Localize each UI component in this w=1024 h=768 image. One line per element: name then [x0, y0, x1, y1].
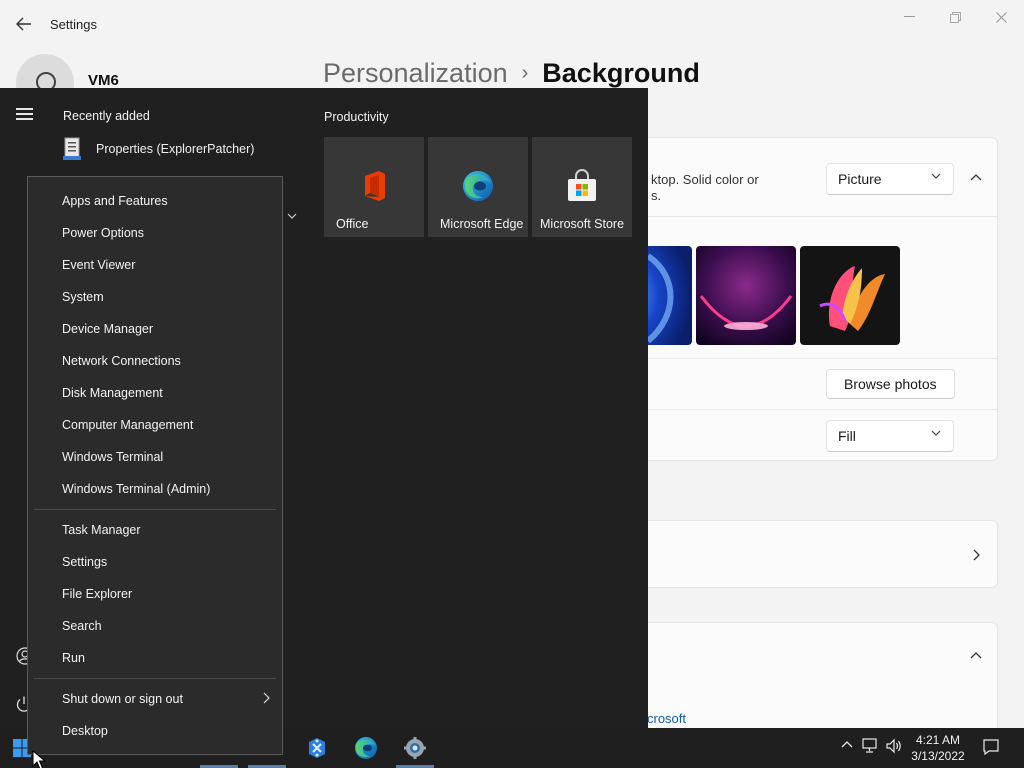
- page-title: Background: [542, 58, 700, 88]
- user-name: VM6: [88, 72, 119, 89]
- menu-item-file-explorer[interactable]: File Explorer: [28, 579, 282, 609]
- edge-icon: [461, 169, 495, 203]
- description-line-1: ktop. Solid color or: [651, 172, 759, 187]
- breadcrumb: Personalization › Background: [323, 58, 700, 89]
- collapse-chevron-up-icon[interactable]: [964, 644, 988, 668]
- menu-separator: [34, 509, 276, 510]
- window-title: Settings: [50, 17, 97, 32]
- network-icon[interactable]: [861, 738, 881, 757]
- menu-item-windows-terminal[interactable]: Windows Terminal: [28, 442, 282, 472]
- office-icon: [357, 169, 391, 203]
- chevron-down-icon: [931, 428, 941, 441]
- menu-item-device-manager[interactable]: Device Manager: [28, 314, 282, 344]
- wallpaper-thumbnail-2[interactable]: [696, 246, 796, 345]
- menu-separator: [34, 678, 276, 679]
- wallpaper-thumbnail-3[interactable]: [800, 246, 900, 345]
- fit-dropdown[interactable]: Fill: [826, 420, 954, 452]
- tile-label: Microsoft Store: [540, 217, 625, 231]
- background-type-dropdown[interactable]: Picture: [826, 163, 954, 195]
- browse-photos-button[interactable]: Browse photos: [826, 369, 955, 399]
- minimize-icon[interactable]: [896, 8, 922, 26]
- menu-item-task-manager[interactable]: Task Manager: [28, 515, 282, 545]
- tile-microsoft-edge[interactable]: Microsoft Edge: [428, 137, 528, 237]
- chevron-right-icon: [964, 543, 988, 567]
- tile-office[interactable]: Office: [324, 137, 424, 237]
- expand-chevron-down-icon[interactable]: [287, 211, 297, 224]
- background-description: ktop. Solid color or s.: [651, 172, 759, 204]
- fit-value: Fill: [838, 428, 856, 444]
- mouse-cursor-icon: [32, 749, 47, 768]
- productivity-heading: Productivity: [324, 110, 389, 124]
- tile-microsoft-store[interactable]: Microsoft Store: [532, 137, 632, 237]
- settings-gear-icon[interactable]: [403, 736, 427, 760]
- close-icon[interactable]: [988, 8, 1014, 26]
- hamburger-menu-icon[interactable]: [16, 108, 34, 122]
- back-arrow-icon[interactable]: [14, 14, 34, 34]
- clock[interactable]: 4:21 AM 3/13/2022: [906, 732, 970, 764]
- menu-item-power-options[interactable]: Power Options: [28, 218, 282, 248]
- recent-item-properties[interactable]: Properties (ExplorerPatcher): [62, 136, 254, 162]
- menu-item-desktop[interactable]: Desktop: [28, 716, 282, 746]
- menu-item-run[interactable]: Run: [28, 643, 282, 673]
- menu-item-network-connections[interactable]: Network Connections: [28, 346, 282, 376]
- power-user-context-menu: Apps and Features Power Options Event Vi…: [27, 176, 283, 755]
- menu-item-shut-down-or-sign-out[interactable]: Shut down or sign out: [28, 684, 282, 714]
- tile-label: Office: [336, 217, 369, 231]
- background-type-value: Picture: [838, 171, 882, 187]
- chevron-down-icon: [931, 171, 941, 184]
- clock-time: 4:21 AM: [915, 733, 961, 747]
- breadcrumb-separator-icon: ›: [521, 62, 529, 84]
- recent-item-label: Properties (ExplorerPatcher): [96, 142, 255, 156]
- recently-added-heading: Recently added: [63, 109, 150, 123]
- microsoft-link[interactable]: crosoft: [647, 711, 686, 726]
- collapse-chevron-up-icon[interactable]: [964, 166, 988, 190]
- menu-item-apps-and-features[interactable]: Apps and Features: [28, 186, 282, 216]
- menu-item-disk-management[interactable]: Disk Management: [28, 378, 282, 408]
- show-hidden-icons-caret-icon[interactable]: [837, 738, 857, 754]
- volume-icon[interactable]: [884, 738, 904, 757]
- menu-item-system[interactable]: System: [28, 282, 282, 312]
- restore-icon[interactable]: [942, 8, 968, 26]
- submenu-arrow-icon: [262, 692, 270, 707]
- menu-item-label: Shut down or sign out: [62, 692, 183, 706]
- menu-item-settings[interactable]: Settings: [28, 547, 282, 577]
- store-icon: [565, 169, 599, 203]
- menu-item-windows-terminal-admin[interactable]: Windows Terminal (Admin): [28, 474, 282, 504]
- breadcrumb-parent[interactable]: Personalization: [323, 58, 508, 88]
- menu-item-event-viewer[interactable]: Event Viewer: [28, 250, 282, 280]
- properties-icon: [62, 137, 84, 161]
- menu-item-search[interactable]: Search: [28, 611, 282, 641]
- tile-label: Microsoft Edge: [440, 217, 524, 231]
- description-line-2: s.: [651, 188, 662, 203]
- notifications-icon[interactable]: [981, 738, 1001, 759]
- clock-date: 3/13/2022: [911, 749, 965, 763]
- menu-item-computer-management[interactable]: Computer Management: [28, 410, 282, 440]
- xaml-app-icon[interactable]: [305, 736, 329, 760]
- edge-taskbar-icon[interactable]: [354, 736, 378, 760]
